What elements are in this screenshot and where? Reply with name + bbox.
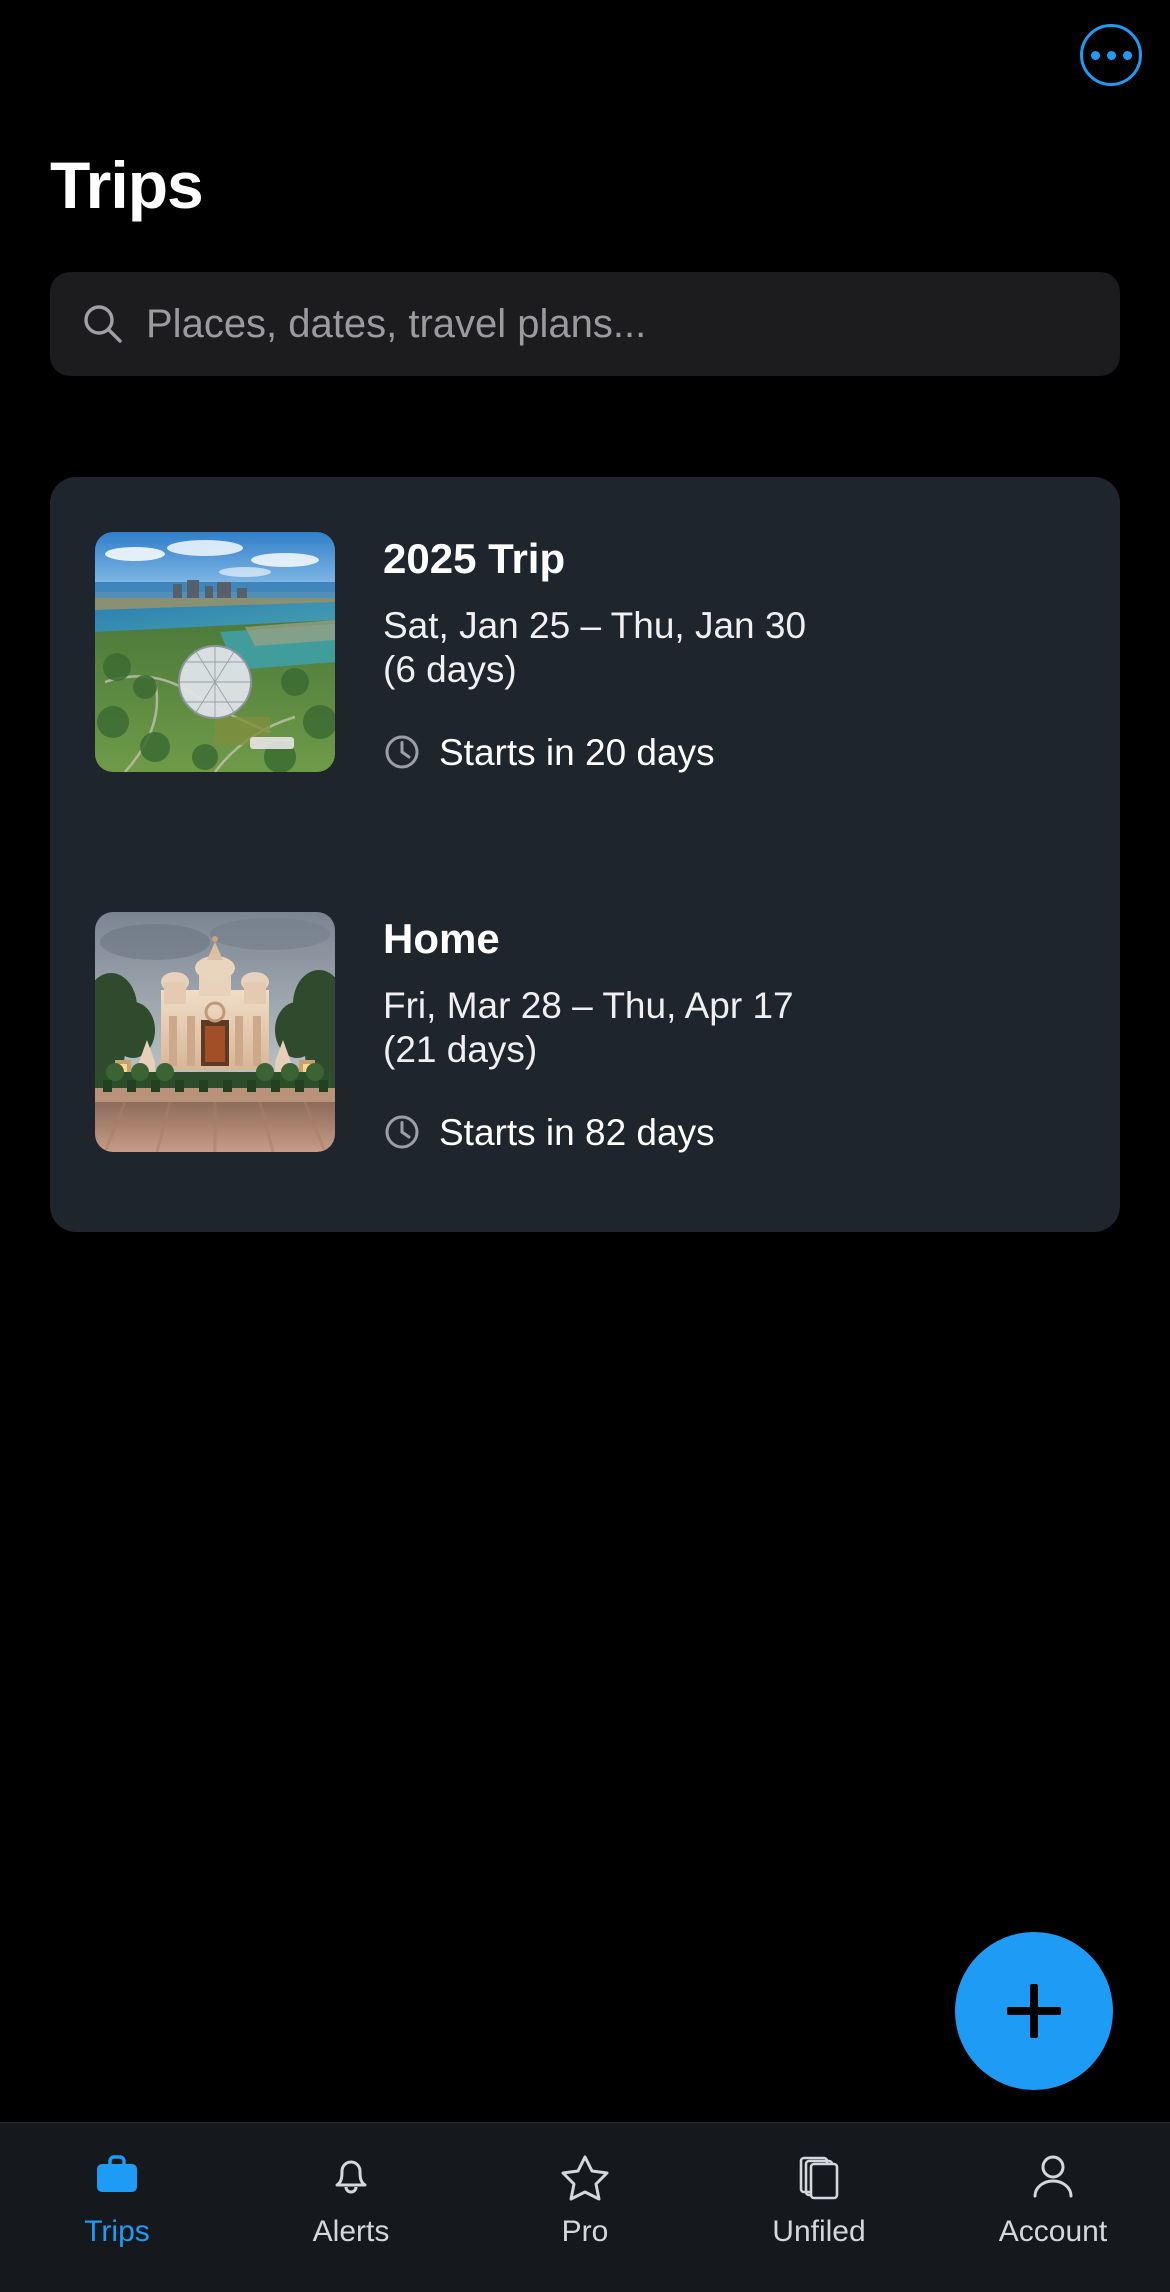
bottom-tab-bar: Trips Alerts Pro Unfiled Account bbox=[0, 2122, 1170, 2292]
tab-label: Unfiled bbox=[772, 2215, 866, 2248]
trip-details: 2025 Trip Sat, Jan 25 – Thu, Jan 30 (6 d… bbox=[383, 532, 806, 857]
trip-name: Home bbox=[383, 915, 500, 962]
more-options-button[interactable] bbox=[1080, 24, 1142, 86]
search-icon bbox=[84, 305, 122, 343]
tab-pro[interactable]: Pro bbox=[468, 2123, 702, 2292]
person-icon bbox=[1033, 2155, 1073, 2198]
trip-status-text: Starts in 82 days bbox=[439, 1111, 715, 1153]
aerial-river-park-biosphere-photo bbox=[95, 532, 335, 772]
star-icon bbox=[561, 2155, 609, 2201]
briefcase-icon bbox=[97, 2155, 137, 2192]
tab-unfiled[interactable]: Unfiled bbox=[702, 2123, 936, 2292]
trips-list-card: 2025 Trip Sat, Jan 25 – Thu, Jan 30 (6 d… bbox=[50, 477, 1120, 1232]
more-horizontal-icon bbox=[1090, 50, 1100, 60]
more-horizontal-icon bbox=[1106, 50, 1116, 60]
page-title: Trips bbox=[50, 148, 204, 222]
app-screen: Trips Places, dates, travel plans... 202… bbox=[0, 0, 1170, 2292]
trip-details: Home Fri, Mar 28 – Thu, Apr 17 (21 days)… bbox=[383, 912, 794, 1232]
tab-label: Trips bbox=[84, 2215, 150, 2248]
trip-list-item[interactable]: Home Fri, Mar 28 – Thu, Apr 17 (21 days)… bbox=[50, 857, 1120, 1232]
trip-status: Starts in 20 days bbox=[383, 733, 806, 771]
add-trip-button[interactable] bbox=[955, 1932, 1113, 2090]
trip-status: Starts in 82 days bbox=[383, 1113, 794, 1151]
tab-trips[interactable]: Trips bbox=[0, 2123, 234, 2292]
trip-dates: Sat, Jan 25 – Thu, Jan 30 (6 days) bbox=[383, 605, 807, 690]
temple-palm-trees-plaza-photo bbox=[95, 912, 335, 1152]
search-placeholder: Places, dates, travel plans... bbox=[146, 302, 647, 346]
tab-label: Account bbox=[998, 2215, 1108, 2248]
bell-icon bbox=[335, 2160, 367, 2194]
more-horizontal-icon bbox=[1122, 50, 1132, 60]
tab-alerts[interactable]: Alerts bbox=[234, 2123, 468, 2292]
trip-thumbnail bbox=[95, 532, 335, 772]
documents-icon bbox=[799, 2156, 839, 2200]
trip-thumbnail bbox=[95, 912, 335, 1152]
trip-name: 2025 Trip bbox=[383, 535, 566, 582]
top-bar bbox=[0, 0, 1170, 110]
clock-icon bbox=[385, 735, 419, 769]
trip-list-item[interactable]: 2025 Trip Sat, Jan 25 – Thu, Jan 30 (6 d… bbox=[50, 477, 1120, 857]
clock-icon bbox=[385, 1115, 419, 1149]
search-input[interactable]: Places, dates, travel plans... bbox=[50, 272, 1120, 376]
trip-status-text: Starts in 20 days bbox=[439, 731, 715, 773]
trip-dates: Fri, Mar 28 – Thu, Apr 17 (21 days) bbox=[383, 985, 794, 1070]
tab-label: Alerts bbox=[312, 2215, 390, 2248]
tab-label: Pro bbox=[561, 2215, 609, 2248]
tab-account[interactable]: Account bbox=[936, 2123, 1170, 2292]
